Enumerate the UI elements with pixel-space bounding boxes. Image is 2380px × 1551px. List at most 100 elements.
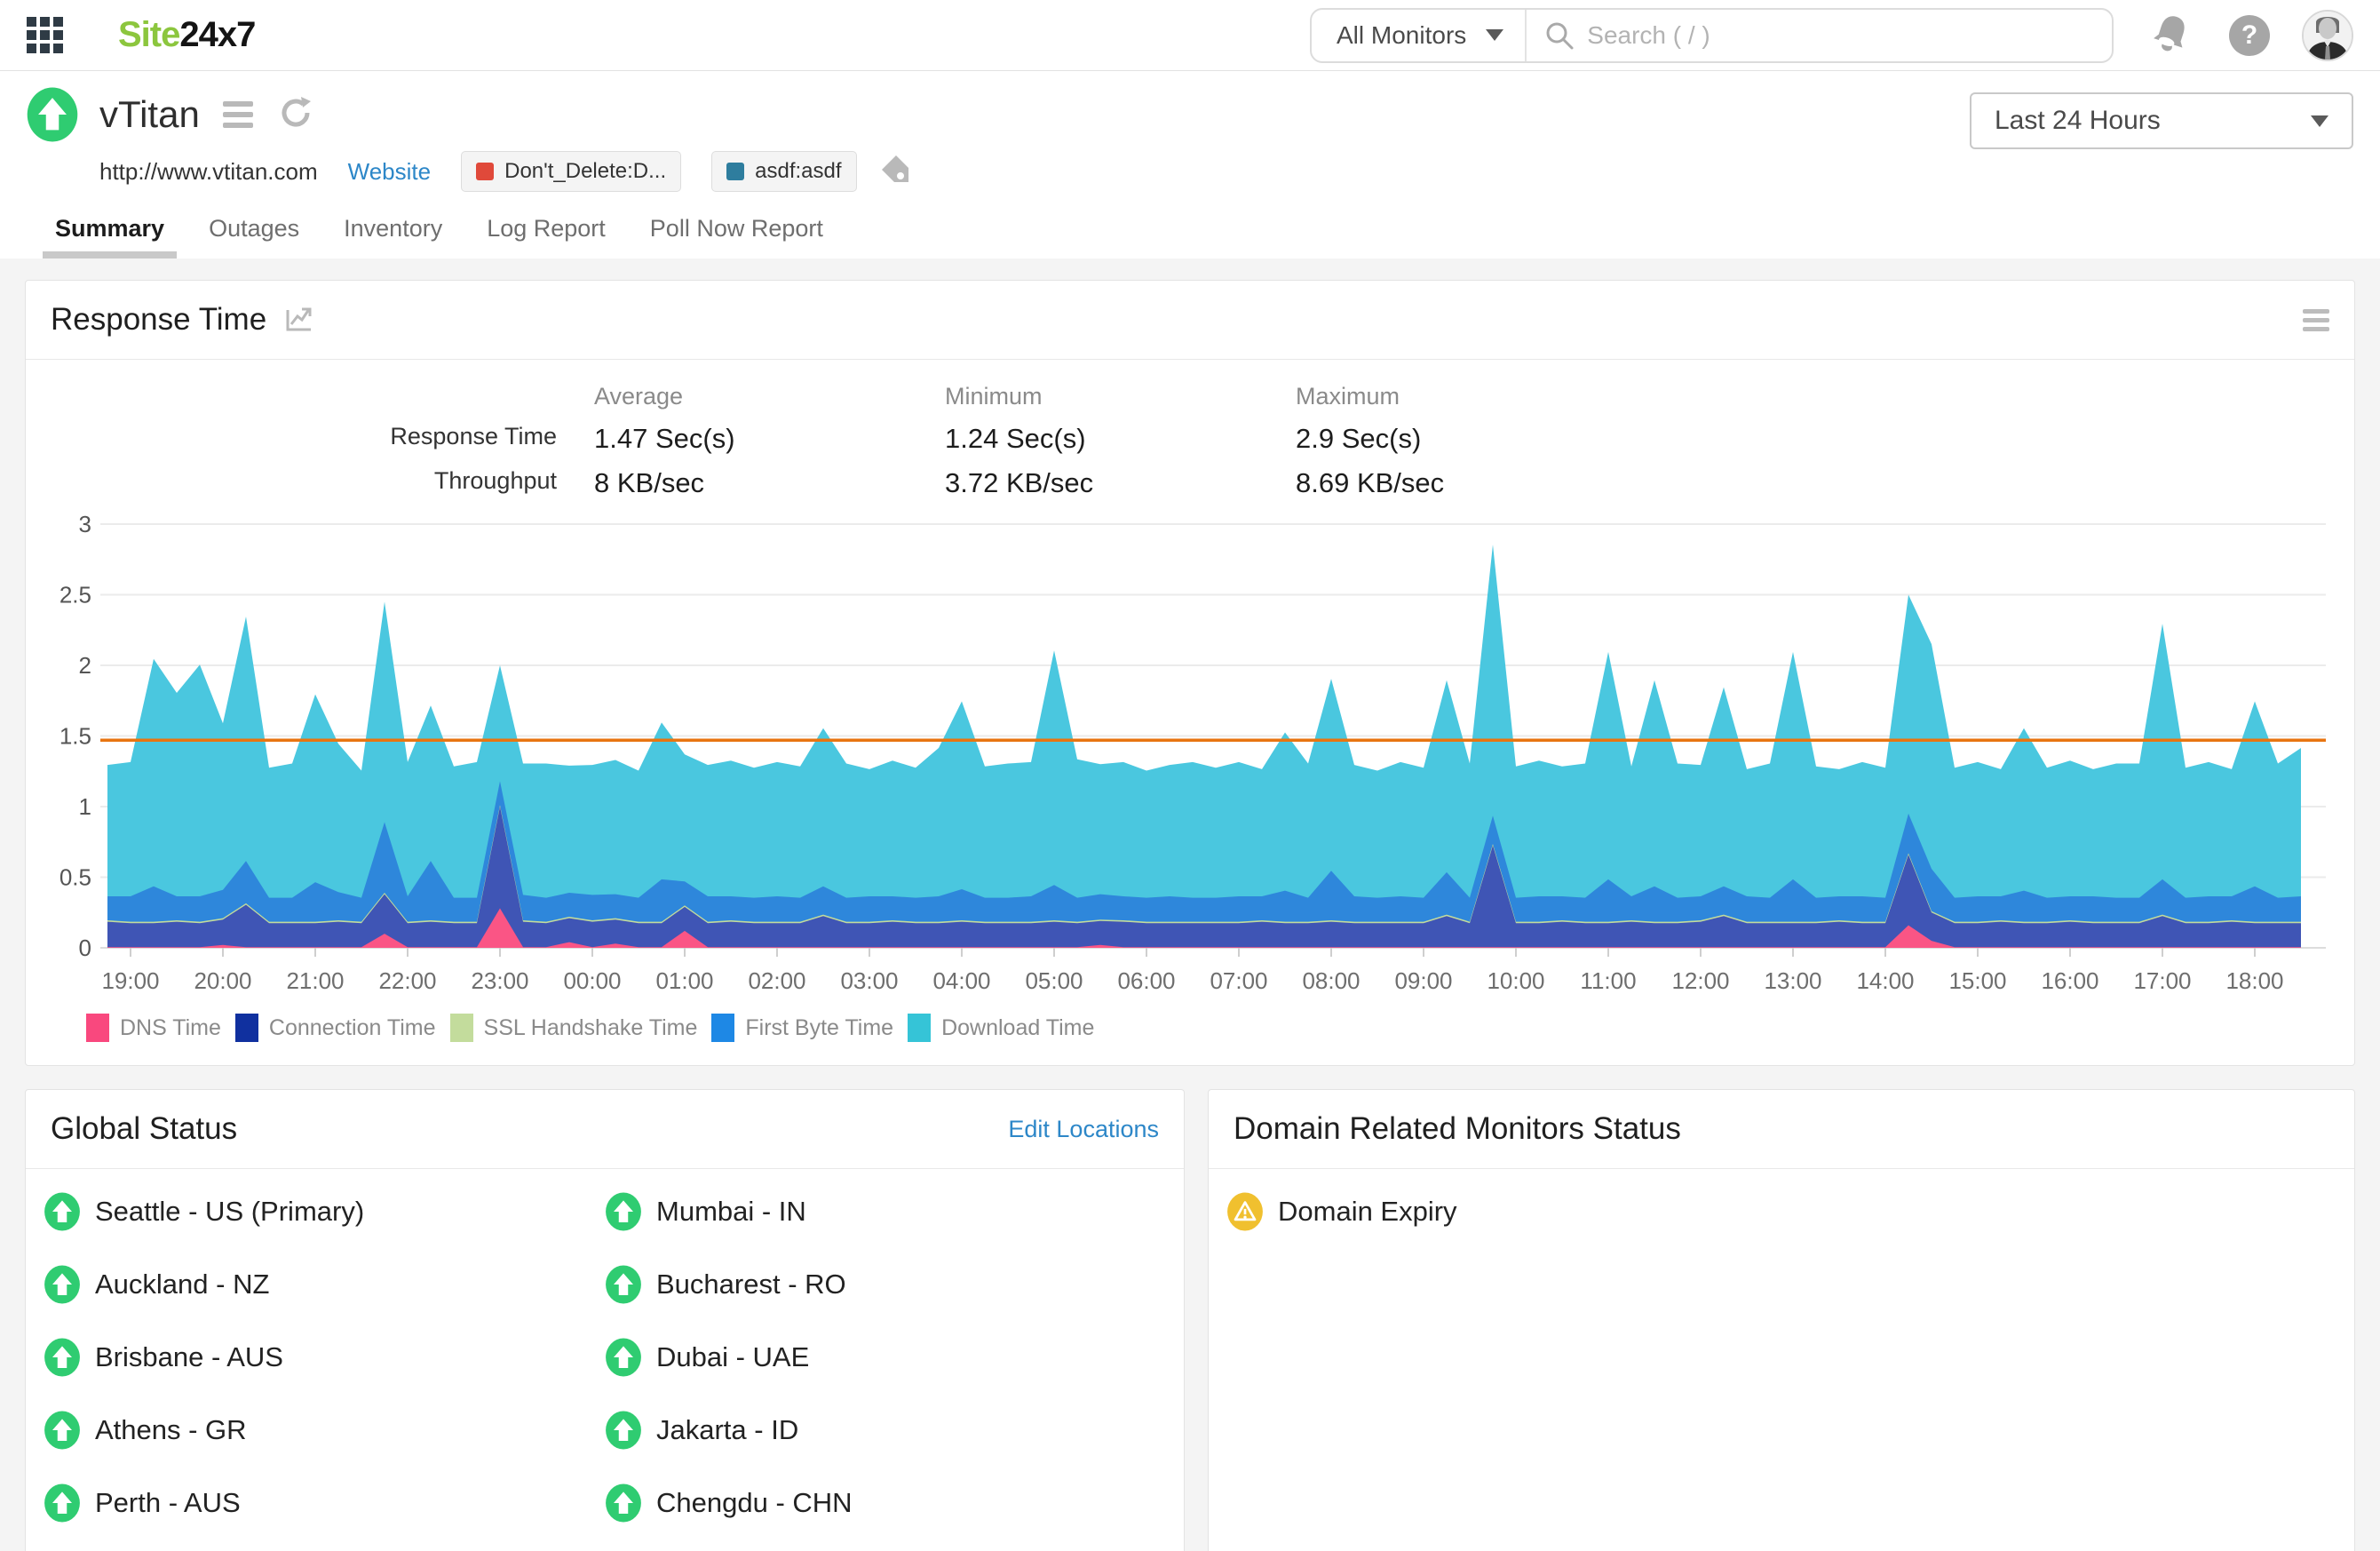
stat-col-average: Average xyxy=(594,383,945,410)
stat-row-label-response-time: Response Time xyxy=(26,423,594,455)
legend-item-connection-time[interactable]: Connection Time xyxy=(235,1014,436,1042)
legend-item-ssl-handshake-time[interactable]: SSL Handshake Time xyxy=(450,1014,698,1042)
location-item-perth-aus[interactable]: Perth - AUS xyxy=(44,1483,605,1523)
y-axis-tick-label: 0 xyxy=(79,935,91,961)
time-range-value: Last 24 Hours xyxy=(1995,106,2161,136)
location-up-icon xyxy=(605,1338,642,1377)
legend-swatch xyxy=(235,1014,258,1042)
x-axis-tick-label: 02:00 xyxy=(748,967,805,994)
location-item-dubai-uae[interactable]: Dubai - UAE xyxy=(605,1338,1166,1377)
main-content: Response Time Average Minimum Maximum Re… xyxy=(0,258,2380,1551)
location-label: Bucharest - RO xyxy=(656,1269,846,1300)
location-item-bucharest-ro[interactable]: Bucharest - RO xyxy=(605,1265,1166,1304)
location-item-chengdu-chn[interactable]: Chengdu - CHN xyxy=(605,1483,1166,1523)
location-label: Chengdu - CHN xyxy=(656,1487,853,1519)
tab-outages[interactable]: Outages xyxy=(196,215,312,258)
chevron-down-icon xyxy=(2311,115,2328,127)
legend-label: SSL Handshake Time xyxy=(484,1015,698,1041)
monitor-menu-icon[interactable] xyxy=(223,96,253,133)
x-axis-tick-label: 22:00 xyxy=(378,967,436,994)
chart-popout-icon[interactable] xyxy=(284,303,314,338)
throughput-maximum: 8.69 KB/sec xyxy=(1296,467,1646,499)
locations-list: Seattle - US (Primary) Mumbai - IN Aucklan… xyxy=(26,1169,1184,1551)
x-axis-tick-label: 20:00 xyxy=(194,967,251,994)
site24x7-logo[interactable]: Site24x7 xyxy=(118,15,255,55)
location-item-auckland-nz[interactable]: Auckland - NZ xyxy=(44,1265,605,1304)
stat-col-maximum: Maximum xyxy=(1296,383,1646,410)
search-box xyxy=(1527,20,2112,51)
location-label: Dubai - UAE xyxy=(656,1341,809,1373)
response-time-average: 1.47 Sec(s) xyxy=(594,423,945,455)
stat-col-minimum: Minimum xyxy=(945,383,1296,410)
location-item-athens-gr[interactable]: Athens - GR xyxy=(44,1411,605,1450)
x-axis-tick-label: 05:00 xyxy=(1025,967,1083,994)
x-axis-tick-label: 23:00 xyxy=(471,967,528,994)
top-bar: Site24x7 All Monitors xyxy=(0,0,2380,71)
legend-swatch xyxy=(450,1014,473,1042)
legend-item-first-byte-time[interactable]: First Byte Time xyxy=(711,1014,893,1042)
monitor-url: http://www.vtitan.com xyxy=(99,158,318,186)
help-icon[interactable]: ? xyxy=(2229,15,2270,56)
response-stats-table: Average Minimum Maximum Response Time 1.… xyxy=(26,360,2354,506)
legend-label: First Byte Time xyxy=(745,1015,893,1041)
tag-icon[interactable] xyxy=(877,152,912,192)
logo-text-green: Site xyxy=(118,15,179,54)
time-range-select[interactable]: Last 24 Hours xyxy=(1970,92,2353,149)
app-grid-icon[interactable] xyxy=(27,17,63,53)
location-up-icon xyxy=(605,1192,642,1231)
domain-monitor-item-domain-expiry[interactable]: Domain Expiry xyxy=(1226,1192,2336,1231)
x-axis-tick-label: 04:00 xyxy=(932,967,990,994)
chart-legend: DNS Time Connection Time SSL Handshake Tim… xyxy=(26,1008,2354,1065)
tab-inventory[interactable]: Inventory xyxy=(331,215,455,258)
edit-locations-link[interactable]: Edit Locations xyxy=(1008,1116,1159,1143)
user-avatar[interactable] xyxy=(2302,10,2353,61)
tag-label: asdf:asdf xyxy=(755,159,841,184)
y-axis-tick-label: 2.5 xyxy=(60,582,91,608)
legend-label: Download Time xyxy=(941,1015,1094,1041)
chevron-down-icon xyxy=(1486,29,1503,41)
location-item-jakarta-id[interactable]: Jakarta - ID xyxy=(605,1411,1166,1450)
response-time-maximum: 2.9 Sec(s) xyxy=(1296,423,1646,455)
legend-item-dns-time[interactable]: DNS Time xyxy=(86,1014,221,1042)
search-input[interactable] xyxy=(1587,21,2094,50)
x-axis-tick-label: 15:00 xyxy=(1948,967,2006,994)
tab-log-report[interactable]: Log Report xyxy=(474,215,618,258)
legend-swatch xyxy=(711,1014,734,1042)
tag-color-swatch xyxy=(726,163,744,180)
x-axis-tick-label: 14:00 xyxy=(1856,967,1914,994)
location-label: Athens - GR xyxy=(95,1414,247,1446)
x-axis-tick-label: 01:00 xyxy=(655,967,713,994)
tab-summary[interactable]: Summary xyxy=(43,215,177,258)
tab-poll-now-report[interactable]: Poll Now Report xyxy=(638,215,836,258)
x-axis-tick-label: 16:00 xyxy=(2041,967,2098,994)
monitor-filter-label: All Monitors xyxy=(1337,21,1466,50)
response-time-chart[interactable]: 00.511.522.5319:0020:0021:0022:0023:0000… xyxy=(26,506,2329,1004)
response-time-card: Response Time Average Minimum Maximum Re… xyxy=(25,280,2355,1066)
location-item-seattle-us-primary-[interactable]: Seattle - US (Primary) xyxy=(44,1192,605,1231)
domain-monitors-title: Domain Related Monitors Status xyxy=(1234,1111,1681,1147)
monitor-type-link[interactable]: Website xyxy=(348,158,431,186)
location-item-brisbane-aus[interactable]: Brisbane - AUS xyxy=(44,1338,605,1377)
refresh-icon[interactable] xyxy=(276,93,315,137)
legend-item-download-time[interactable]: Download Time xyxy=(908,1014,1094,1042)
location-up-icon xyxy=(44,1411,81,1450)
notifications-bell-icon[interactable] xyxy=(2151,11,2192,60)
search-icon xyxy=(1544,20,1575,51)
x-axis-tick-label: 08:00 xyxy=(1302,967,1360,994)
tag-chip-1[interactable]: asdf:asdf xyxy=(711,151,856,192)
search-bar-group: All Monitors xyxy=(1310,8,2114,63)
y-axis-tick-label: 2 xyxy=(79,652,91,679)
tab-bar: Summary Outages Inventory Log Report Poll No… xyxy=(43,215,2353,258)
tag-label: Don't_Delete:D... xyxy=(504,159,666,184)
x-axis-tick-label: 00:00 xyxy=(563,967,621,994)
tag-chip-0[interactable]: Don't_Delete:D... xyxy=(461,151,681,192)
location-label: Mumbai - IN xyxy=(656,1196,806,1228)
x-axis-tick-label: 03:00 xyxy=(840,967,898,994)
domain-monitors-list: Domain Expiry xyxy=(1209,1169,2354,1254)
card-menu-icon[interactable] xyxy=(2303,305,2329,336)
location-item-mumbai-in[interactable]: Mumbai - IN xyxy=(605,1192,1166,1231)
monitor-filter-dropdown[interactable]: All Monitors xyxy=(1312,10,1527,61)
legend-swatch xyxy=(86,1014,109,1042)
location-label: Seattle - US (Primary) xyxy=(95,1196,364,1228)
x-axis-tick-label: 19:00 xyxy=(101,967,159,994)
